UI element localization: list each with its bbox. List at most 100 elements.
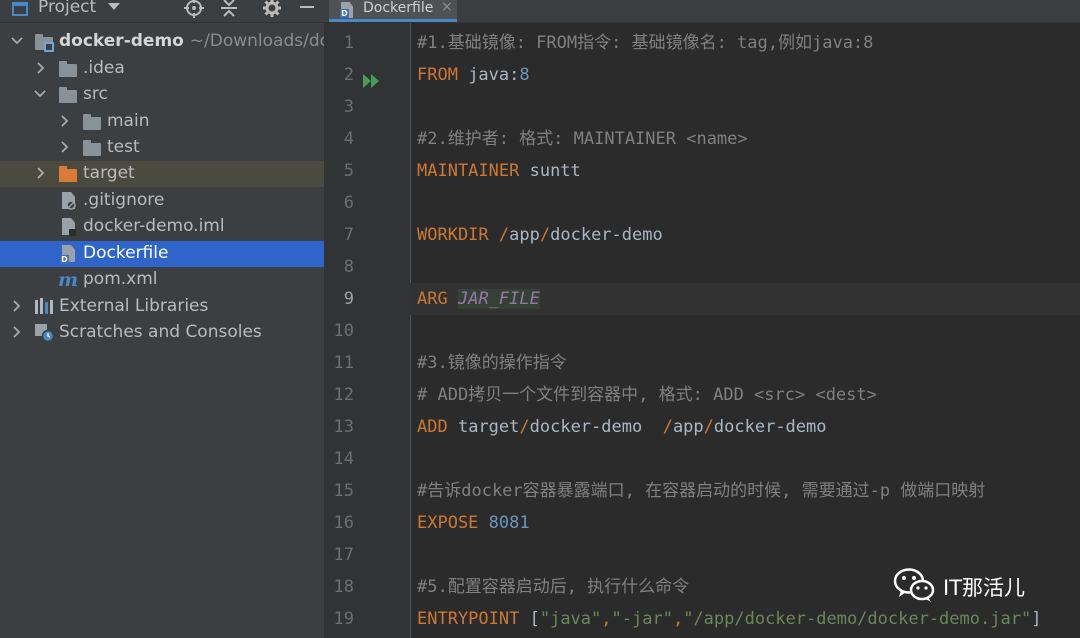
tree-item-idea[interactable]: .idea <box>0 56 324 82</box>
tree-item-scratches[interactable]: Scratches and Consoles <box>0 320 324 346</box>
code-line[interactable]: #告诉docker容器暴露端口, 在容器启动的时候, 需要通过-p 做端口映射 <box>410 475 1080 507</box>
code-line[interactable] <box>410 91 1080 123</box>
watermark-text: IT那活儿 <box>943 576 1026 600</box>
wechat-icon <box>893 567 935 607</box>
chevron-right-icon[interactable] <box>9 324 23 340</box>
code-token-plain: docker-demo <box>550 225 663 245</box>
code-token-kw: , <box>601 609 612 629</box>
chevron-down-icon[interactable] <box>10 33 24 49</box>
gitignore-file-icon <box>62 192 80 210</box>
code-token-kw: / <box>539 225 551 245</box>
code-token-comment: #告诉docker容器暴露端口, 在容器启动的时候, 需要通过-p 做端口映射 <box>417 481 986 501</box>
project-panel-title[interactable]: Project <box>38 0 96 17</box>
watermark: IT那活儿 <box>893 567 1025 607</box>
tree-item-label: main <box>107 111 150 131</box>
folder-icon <box>59 61 77 77</box>
chevron-down-icon[interactable] <box>33 86 47 102</box>
chevron-right-icon[interactable] <box>33 60 47 76</box>
code-line[interactable] <box>410 315 1080 347</box>
chevron-right-icon[interactable] <box>9 298 23 314</box>
line-number: 12 <box>333 385 354 405</box>
tree-item-gitignore[interactable]: .gitignore <box>0 188 324 214</box>
line-number: 13 <box>333 417 354 437</box>
tree-item-label: docker-demo.iml <box>83 216 225 236</box>
code-line[interactable]: MAINTAINER suntt <box>410 155 1080 187</box>
code-line[interactable]: WORKDIR /app/docker-demo <box>410 219 1080 251</box>
line-number: 19 <box>333 609 354 629</box>
line-number: 17 <box>333 545 354 565</box>
code-token-plain: ] <box>1031 609 1042 629</box>
tree-item-label: Scratches and Consoles <box>59 322 262 342</box>
gear-icon[interactable] <box>262 0 282 23</box>
line-number: 16 <box>333 513 354 533</box>
line-number: 1 <box>343 33 354 53</box>
code-line[interactable]: #1.基础镜像: FROM指令: 基础镜像名: tag,例如java:8 <box>410 27 1080 59</box>
code-line[interactable] <box>410 443 1080 475</box>
code-line[interactable]: #3.镜像的操作指令 <box>410 347 1080 379</box>
code-line[interactable]: # ADD拷贝一个文件到容器中, 格式: ADD <src> <dest> <box>410 379 1080 411</box>
tree-item-iml[interactable]: docker-demo.iml <box>0 214 324 240</box>
code-token-kw: EXPOSE <box>417 513 479 533</box>
tree-item-dockerfile[interactable]: D Dockerfile <box>0 241 324 267</box>
excluded-folder-icon <box>59 166 77 182</box>
code-token-plain: target <box>447 417 520 437</box>
line-number: 18 <box>333 577 354 597</box>
tree-item-label: .idea <box>83 58 125 78</box>
close-icon[interactable]: × <box>441 0 453 15</box>
tree-item-src[interactable]: src <box>0 82 324 108</box>
code-token-comment: #5.配置容器启动后, 执行什么命令 <box>417 577 690 597</box>
tree-item-pom[interactable]: m pom.xml <box>0 267 324 293</box>
tab-dockerfile[interactable]: D Dockerfile × <box>329 0 457 22</box>
chevron-right-icon[interactable] <box>57 113 71 129</box>
code-token-kw: / <box>703 417 714 437</box>
code-line[interactable]: ARG JAR_FILE <box>410 283 1080 315</box>
code-line[interactable] <box>410 187 1080 219</box>
tab-label: Dockerfile <box>363 0 434 16</box>
folder-icon <box>83 140 101 156</box>
code-line[interactable]: EXPOSE 8081 <box>410 507 1080 539</box>
code-token-kw: ADD <box>417 417 448 437</box>
code-line[interactable]: ADD target/docker-demo /app/docker-demo <box>410 411 1080 443</box>
code-token-kw: ENTRYPOINT <box>417 609 520 629</box>
editor-tab-bar: D Dockerfile × <box>324 0 1080 23</box>
minimize-icon[interactable] <box>298 0 316 23</box>
tree-item-main[interactable]: main <box>0 109 324 135</box>
project-window-icon <box>12 2 28 16</box>
tree-item-label: test <box>107 137 140 157</box>
run-icon[interactable] <box>362 73 382 93</box>
code-line[interactable]: ENTRYPOINT ["java","-jar","/app/docker-d… <box>410 603 1080 635</box>
line-number: 5 <box>343 161 354 181</box>
code-token-plain: docker-demo <box>529 417 663 437</box>
code-token-kw: MAINTAINER <box>417 161 520 181</box>
tree-item-docker-demo[interactable]: docker-demo ~/Downloads/doc <box>0 29 324 55</box>
code-token-comment: # ADD拷贝一个文件到容器中, 格式: ADD <src> <dest> <box>417 385 877 405</box>
collapse-all-icon[interactable] <box>220 0 238 23</box>
locate-file-icon[interactable] <box>184 0 204 23</box>
code-token-comment: #1.基础镜像: FROM指令: 基础镜像名: tag,例如java:8 <box>417 33 874 53</box>
code-editor[interactable]: #1.基础镜像: FROM指令: 基础镜像名: tag,例如java:8 FROM… <box>410 23 1080 638</box>
folder-icon <box>59 87 77 103</box>
tree-item-target[interactable]: target <box>0 161 324 187</box>
iml-file-icon <box>62 218 80 236</box>
chevron-right-icon[interactable] <box>33 165 47 181</box>
chevron-down-icon[interactable] <box>108 3 120 10</box>
code-line[interactable]: #2.维护者: 格式: MAINTAINER <name> <box>410 123 1080 155</box>
code-token-str: "java" <box>539 609 602 629</box>
tree-item-test[interactable]: test <box>0 135 324 161</box>
code-line[interactable]: FROM java:8 <box>410 59 1080 91</box>
chevron-right-icon[interactable] <box>57 139 71 155</box>
maven-icon: m <box>58 269 79 291</box>
code-line[interactable] <box>410 251 1080 283</box>
scratches-icon <box>35 324 55 343</box>
dockerfile-icon: D <box>60 245 80 264</box>
code-token-num: 8081 <box>488 513 530 533</box>
line-number: 15 <box>333 481 354 501</box>
project-tool-window: Project docker-demo ~/Downloads/doc .ide… <box>0 0 324 638</box>
project-panel-header: Project <box>0 0 324 23</box>
line-number: 8 <box>343 257 354 277</box>
tree-item-external-libraries[interactable]: External Libraries <box>0 294 324 320</box>
code-token-kw: / <box>519 417 530 437</box>
code-token-kw: , <box>672 609 684 629</box>
